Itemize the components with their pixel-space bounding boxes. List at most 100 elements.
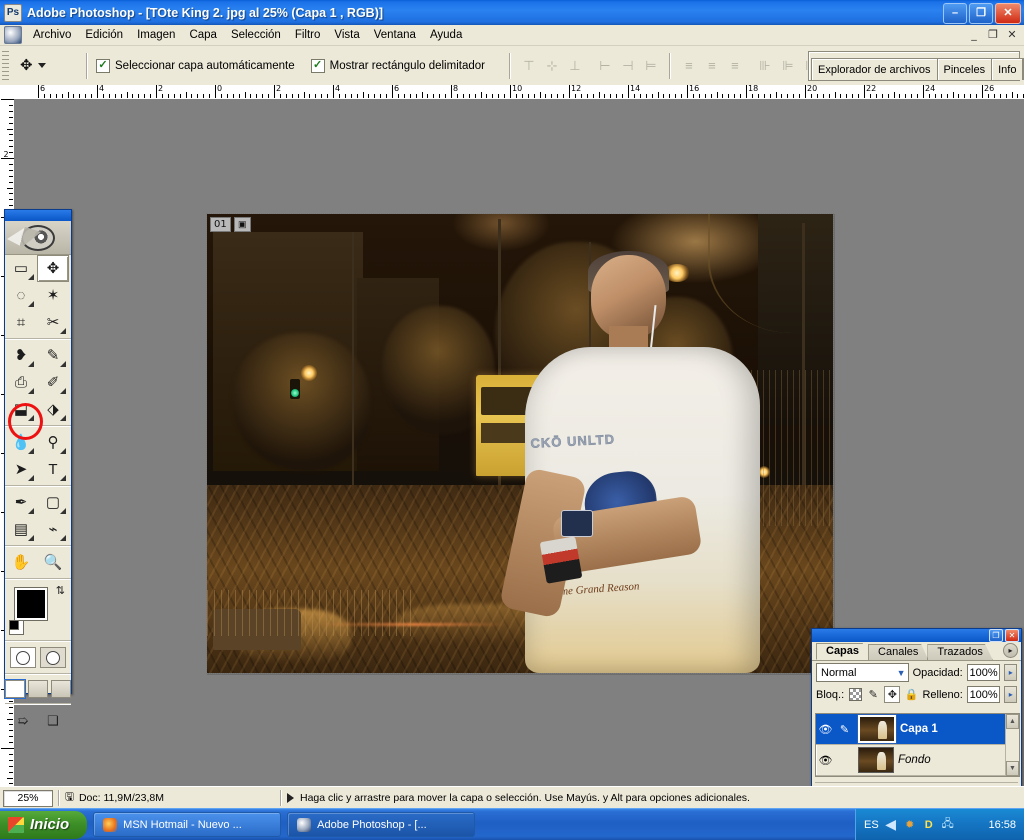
menu-item-filtro[interactable]: Filtro bbox=[288, 27, 328, 43]
show-bounding-box-option[interactable]: ✓ Mostrar rectángulo delimitador bbox=[311, 59, 485, 73]
distribute-bottom-edges-icon[interactable]: ≡ bbox=[725, 56, 745, 76]
table-row[interactable]: 👁 Fondo 🔒 bbox=[816, 745, 1019, 776]
quick-mask-mode-button[interactable] bbox=[40, 647, 66, 668]
lock-all-button[interactable]: 🔒 bbox=[904, 687, 918, 702]
tool-submenu-triangle-icon[interactable] bbox=[60, 475, 66, 481]
palette-well-tab-info[interactable]: Info bbox=[992, 58, 1023, 80]
layer-name[interactable]: Capa 1 bbox=[900, 723, 1001, 735]
crop-tool[interactable]: ⌗ bbox=[5, 309, 37, 336]
tool-submenu-triangle-icon[interactable] bbox=[28, 448, 34, 454]
document-info[interactable]: 🖫 Doc: 11,9M/23,8M bbox=[65, 789, 275, 807]
horizontal-ruler[interactable]: 64202468101214161820222426 bbox=[14, 85, 1024, 100]
tab-capas[interactable]: Capas bbox=[816, 643, 869, 660]
scroll-down-button[interactable]: ▼ bbox=[1006, 761, 1019, 776]
align-bottom-edges-icon[interactable]: ⊥ bbox=[565, 56, 585, 76]
opacity-stepper[interactable]: ▸ bbox=[1004, 664, 1017, 681]
menu-item-ventana[interactable]: Ventana bbox=[367, 27, 423, 43]
align-top-edges-icon[interactable]: ⊤ bbox=[519, 56, 539, 76]
palette-well-tab-file-browser[interactable]: Explorador de archivos bbox=[811, 58, 938, 80]
tool-submenu-triangle-icon[interactable] bbox=[60, 388, 66, 394]
mdi-minimize-button[interactable]: _ bbox=[966, 27, 982, 41]
file-browser-icon[interactable]: ❑ bbox=[41, 711, 65, 731]
type-tool[interactable]: T bbox=[37, 456, 69, 483]
full-screen-with-menubar-button[interactable] bbox=[28, 680, 48, 698]
menu-item-imagen[interactable]: Imagen bbox=[130, 27, 182, 43]
standard-screen-mode-button[interactable] bbox=[5, 680, 25, 698]
distribute-top-edges-icon[interactable]: ≡ bbox=[679, 56, 699, 76]
hand-tool[interactable]: ✋ bbox=[5, 549, 37, 576]
layer-name[interactable]: Fondo bbox=[898, 754, 1001, 766]
lasso-tool[interactable]: ◌ bbox=[5, 282, 37, 309]
opacity-value[interactable]: 100% bbox=[967, 664, 1001, 681]
foreground-color-swatch[interactable] bbox=[15, 588, 47, 620]
toolbox-drag-handle[interactable] bbox=[5, 210, 71, 221]
layer-visibility-icon[interactable]: 👁 bbox=[816, 723, 835, 736]
eyedropper-tool[interactable]: ⌁ bbox=[37, 516, 69, 543]
layer-visibility-icon[interactable]: 👁 bbox=[816, 754, 835, 767]
mdi-close-button[interactable]: ✕ bbox=[1004, 27, 1020, 41]
layers-palette-close-button[interactable]: ✕ bbox=[1005, 629, 1019, 642]
current-tool-preview[interactable]: ✥ bbox=[14, 58, 78, 73]
layer-thumbnail[interactable] bbox=[858, 747, 894, 773]
tool-submenu-triangle-icon[interactable] bbox=[60, 361, 66, 367]
history-brush-tool[interactable]: ✐ bbox=[37, 369, 69, 396]
jump-to-imageready-icon[interactable]: ➯ bbox=[11, 711, 35, 731]
notes-tool[interactable]: ▤ bbox=[5, 516, 37, 543]
fill-value[interactable]: 100% bbox=[967, 686, 1001, 703]
tool-submenu-triangle-icon[interactable] bbox=[60, 508, 66, 514]
menu-item-capa[interactable]: Capa bbox=[182, 27, 224, 43]
swap-colors-icon[interactable]: ⇅ bbox=[56, 584, 65, 597]
distribute-left-edges-icon[interactable]: ⊪ bbox=[755, 56, 775, 76]
blend-mode-select[interactable]: Normal ▼ bbox=[816, 663, 909, 682]
standard-mode-button[interactable] bbox=[10, 647, 36, 668]
layer-link-icon[interactable]: ✎ bbox=[835, 723, 854, 736]
tool-submenu-triangle-icon[interactable] bbox=[60, 328, 66, 334]
align-right-edges-icon[interactable]: ⊨ bbox=[641, 56, 661, 76]
tool-submenu-triangle-icon[interactable] bbox=[60, 415, 66, 421]
close-button[interactable]: ✕ bbox=[995, 3, 1021, 24]
chevron-down-icon[interactable] bbox=[38, 63, 46, 68]
menu-item-seleccion[interactable]: Selección bbox=[224, 27, 288, 43]
tool-submenu-triangle-icon[interactable] bbox=[28, 535, 34, 541]
layers-palette-titlebar[interactable]: ❐ ✕ bbox=[812, 629, 1021, 642]
palette-menu-icon[interactable]: ▸ bbox=[1003, 643, 1018, 658]
blur-tool[interactable]: 💧 bbox=[5, 429, 37, 456]
language-indicator[interactable]: ES bbox=[864, 819, 879, 831]
clone-stamp-tool[interactable]: ⎙ bbox=[5, 369, 37, 396]
start-button[interactable]: Inicio bbox=[0, 811, 87, 839]
tool-submenu-triangle-icon[interactable] bbox=[28, 388, 34, 394]
table-row[interactable]: 👁 ✎ Capa 1 🔒 bbox=[816, 714, 1019, 745]
layers-list[interactable]: 👁 ✎ Capa 1 🔒 👁 Fondo 🔒 ▲ ▼ bbox=[815, 713, 1020, 777]
menu-item-archivo[interactable]: Archivo bbox=[26, 27, 78, 43]
shape-tool[interactable]: ▢ bbox=[37, 489, 69, 516]
document-menu-icon[interactable] bbox=[4, 26, 22, 44]
tool-submenu-triangle-icon[interactable] bbox=[28, 415, 34, 421]
fill-stepper[interactable]: ▸ bbox=[1004, 686, 1017, 703]
messenger-icon[interactable]: ✹ bbox=[903, 818, 917, 832]
align-left-edges-icon[interactable]: ⊢ bbox=[595, 56, 615, 76]
palette-well-tab-brushes[interactable]: Pinceles bbox=[938, 58, 993, 80]
tool-submenu-triangle-icon[interactable] bbox=[28, 508, 34, 514]
back-arrow-icon[interactable]: ◀ bbox=[884, 818, 898, 832]
auto-select-layer-checkbox[interactable]: ✓ bbox=[96, 59, 110, 73]
menu-item-vista[interactable]: Vista bbox=[327, 27, 366, 43]
lock-transparent-pixels-button[interactable] bbox=[848, 687, 862, 702]
tool-submenu-triangle-icon[interactable] bbox=[28, 301, 34, 307]
slice-tool[interactable]: ✂ bbox=[37, 309, 69, 336]
taskbar-item-photoshop[interactable]: Adobe Photoshop - [... bbox=[287, 812, 475, 837]
document-window[interactable]: CKŌ UNLTD me Grand Reason 01 ▣ bbox=[207, 214, 835, 675]
lock-image-pixels-button[interactable]: ✎ bbox=[866, 687, 880, 702]
hint-arrow-icon[interactable] bbox=[287, 793, 294, 803]
align-vertical-centers-icon[interactable]: ⊹ bbox=[542, 56, 562, 76]
dodge-tool[interactable]: ⚲ bbox=[37, 429, 69, 456]
menu-item-ayuda[interactable]: Ayuda bbox=[423, 27, 469, 43]
full-screen-mode-button[interactable] bbox=[51, 680, 71, 698]
menu-item-edicion[interactable]: Edición bbox=[78, 27, 130, 43]
chevron-down-icon[interactable]: ▼ bbox=[897, 668, 906, 678]
marquee-tool[interactable]: ▭ bbox=[5, 255, 37, 282]
default-colors-icon[interactable] bbox=[9, 620, 24, 635]
tool-submenu-triangle-icon[interactable] bbox=[60, 448, 66, 454]
options-bar-grip[interactable] bbox=[2, 51, 9, 81]
tab-trazados[interactable]: Trazados bbox=[927, 644, 992, 660]
ruler-corner[interactable] bbox=[0, 85, 15, 100]
